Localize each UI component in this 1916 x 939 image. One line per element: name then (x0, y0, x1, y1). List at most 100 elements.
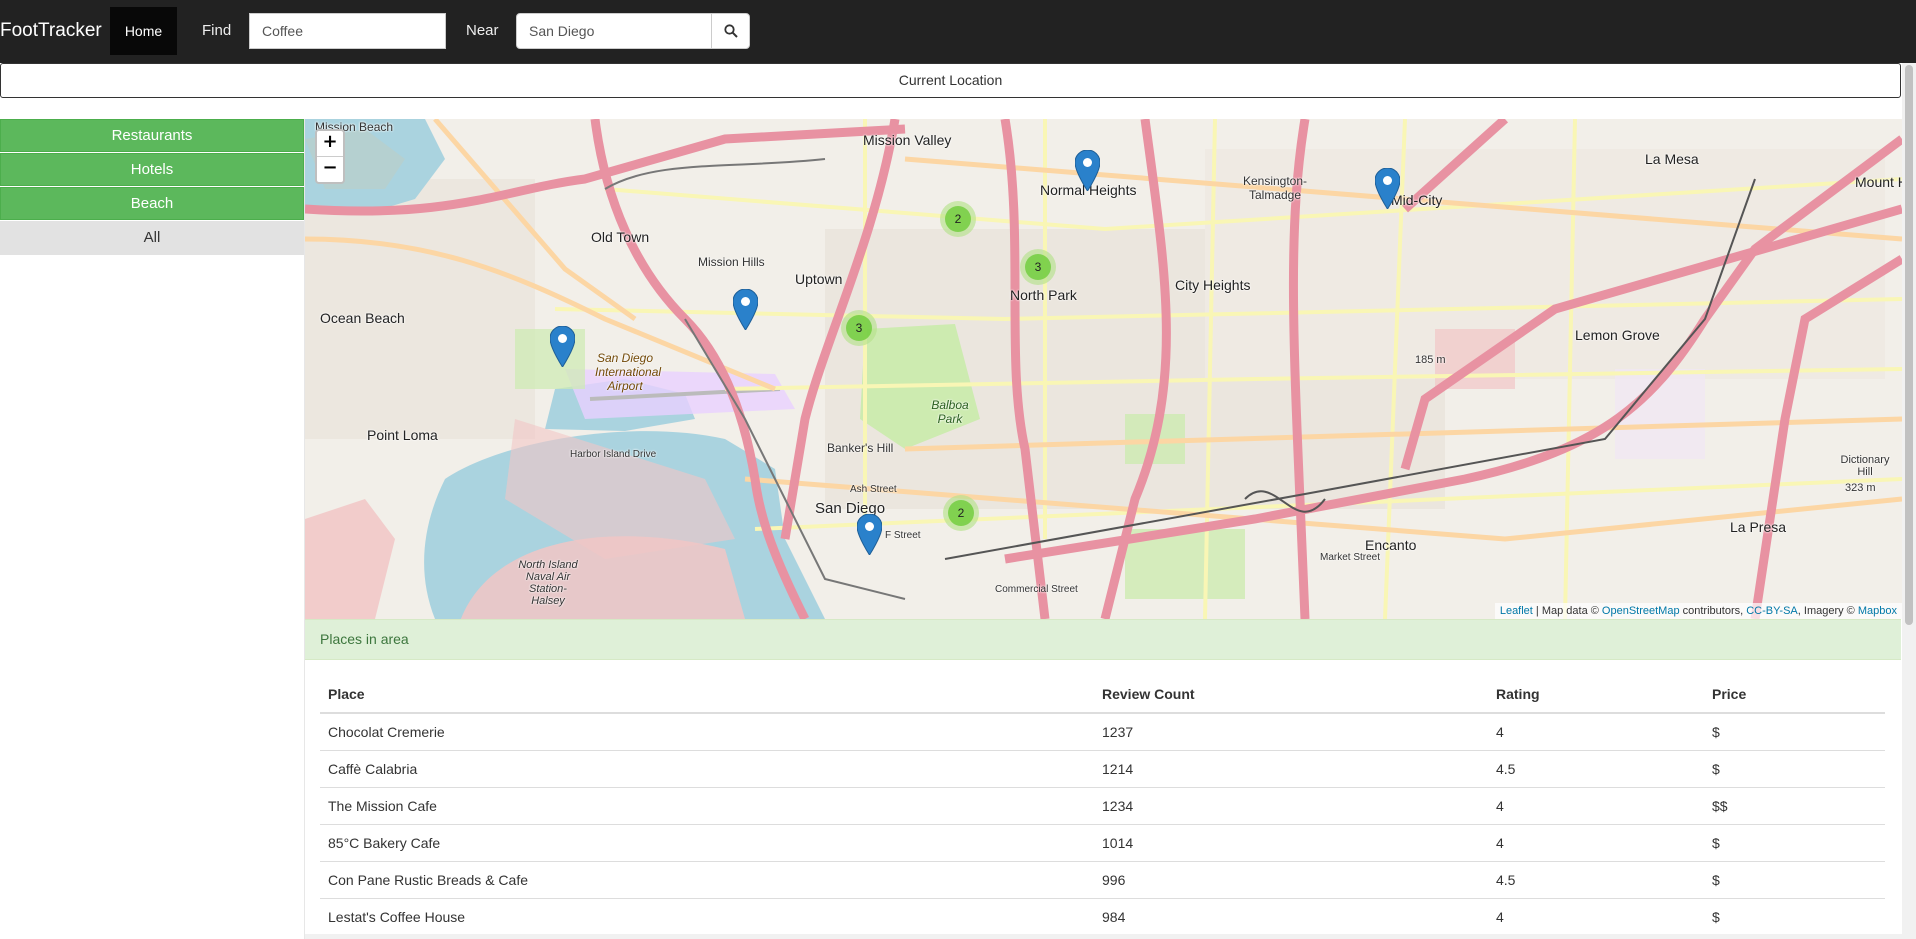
review-count: 984 (1094, 898, 1488, 935)
map-label: San Diego International Airport (595, 351, 662, 393)
map-cluster[interactable]: 3 (1020, 249, 1056, 285)
leaflet-link[interactable]: Leaflet (1500, 605, 1533, 617)
map-label: Dictionary Hill (1840, 454, 1890, 478)
table-row[interactable]: 85°C Bakery Cafe 1014 4 $ (320, 824, 1885, 862)
search-button[interactable] (711, 13, 750, 49)
price: $ (1704, 750, 1885, 788)
sidebar-item-restaurants[interactable]: Restaurants (0, 119, 304, 152)
map-marker-icon[interactable] (550, 326, 575, 367)
map-label: Market Street (1320, 552, 1381, 563)
place-name: Caffè Calabria (320, 750, 1094, 788)
column-header-review-count: Review Count (1094, 676, 1488, 714)
place-name: Lestat's Coffee House (320, 898, 1094, 935)
map-marker-icon[interactable] (857, 514, 882, 555)
sidebar-item-all[interactable]: All (0, 221, 304, 255)
table-row[interactable]: Lestat's Coffee House 984 4 $ (320, 898, 1885, 935)
map-label: F Street (885, 530, 921, 541)
find-label: Find (202, 22, 232, 39)
map-marker-icon[interactable] (1375, 168, 1400, 209)
license-link[interactable]: CC-BY-SA (1746, 605, 1798, 617)
search-icon (724, 24, 738, 38)
place-name: 85°C Bakery Cafe (320, 824, 1094, 862)
rating: 4 (1488, 898, 1704, 935)
map-label: Ash Street (850, 484, 897, 495)
place-name: Con Pane Rustic Breads & Cafe (320, 861, 1094, 899)
column-header-price: Price (1704, 676, 1885, 714)
near-label: Near (466, 22, 499, 39)
find-input[interactable] (249, 13, 446, 49)
near-input[interactable] (516, 13, 712, 49)
map-label: 185 m (1415, 354, 1446, 366)
map-label: Point Loma (367, 427, 438, 443)
map-label: 323 m (1845, 482, 1876, 494)
map-label: North Island Naval Air Station-Halsey (518, 559, 578, 607)
horizontal-scrollbar[interactable] (305, 934, 1902, 939)
map-label: Balboa Park (931, 398, 969, 426)
map-cluster[interactable]: 2 (940, 201, 976, 237)
place-name: Chocolat Cremerie (320, 712, 1094, 751)
map-label: Kensington-Talmadge (1242, 174, 1308, 202)
table-row[interactable]: The Mission Cafe 1234 4 $$ (320, 787, 1885, 825)
table-row[interactable]: Con Pane Rustic Breads & Cafe 996 4.5 $ (320, 861, 1885, 899)
map-label: Mission Valley (863, 132, 952, 148)
price: $ (1704, 824, 1885, 862)
review-count: 1237 (1094, 712, 1488, 751)
sidebar-item-beach[interactable]: Beach (0, 187, 304, 220)
rating: 4.5 (1488, 861, 1704, 899)
current-location-button[interactable]: Current Location (0, 63, 1901, 98)
map-marker-icon[interactable] (733, 289, 758, 330)
map-cluster[interactable]: 2 (943, 495, 979, 531)
zoom-in-button[interactable]: + (317, 131, 343, 156)
nav-home-link[interactable]: Home (110, 7, 177, 55)
map-label: Encanto (1365, 537, 1417, 553)
map-label: Uptown (795, 271, 843, 287)
attribution-text: contributors, (1679, 605, 1747, 617)
zoom-control: + − (315, 129, 345, 184)
map-label: La Mesa (1645, 151, 1699, 167)
review-count: 1214 (1094, 750, 1488, 788)
review-count: 996 (1094, 861, 1488, 899)
column-header-place: Place (320, 676, 1094, 714)
map-label: Banker's Hill (827, 441, 894, 455)
openstreetmap-link[interactable]: OpenStreetMap (1602, 605, 1680, 617)
map-label: Mount H (1855, 174, 1902, 190)
price: $ (1704, 712, 1885, 751)
place-name: The Mission Cafe (320, 787, 1094, 825)
places-table: Place Review Count Rating Price Chocolat… (320, 676, 1885, 935)
table-header-row: Place Review Count Rating Price (320, 676, 1885, 714)
map-cluster[interactable]: 3 (841, 310, 877, 346)
table-row[interactable]: Chocolat Cremerie 1237 4 $ (320, 712, 1885, 751)
map-label: Lemon Grove (1575, 327, 1660, 343)
price: $ (1704, 898, 1885, 935)
map-label: Old Town (591, 229, 650, 245)
column-header-rating: Rating (1488, 676, 1704, 714)
map-marker-icon[interactable] (1075, 150, 1100, 191)
rating: 4 (1488, 787, 1704, 825)
price: $ (1704, 861, 1885, 899)
map-label: Harbor Island Drive (570, 449, 657, 460)
price: $$ (1704, 787, 1885, 825)
map-attribution: Leaflet | Map data © OpenStreetMap contr… (1494, 603, 1902, 619)
places-panel-heading: Places in area (305, 619, 1901, 660)
navbar: FootTracker Home Find Near (0, 0, 1916, 63)
map-view[interactable]: Mission Beach Mission Valley Normal Heig… (305, 119, 1902, 619)
page-scrollbar[interactable] (1902, 63, 1916, 939)
attribution-text: | Map data © (1532, 605, 1602, 617)
map-label: La Presa (1730, 519, 1787, 535)
map-label: City Heights (1175, 277, 1251, 293)
map-label: Ocean Beach (320, 310, 405, 326)
scrollbar-thumb[interactable] (1905, 65, 1913, 625)
rating: 4.5 (1488, 750, 1704, 788)
rating: 4 (1488, 824, 1704, 862)
zoom-out-button[interactable]: − (317, 156, 343, 182)
rating: 4 (1488, 712, 1704, 751)
map-label: Mission Hills (698, 255, 765, 269)
review-count: 1014 (1094, 824, 1488, 862)
brand-logo[interactable]: FootTracker (0, 0, 102, 63)
attribution-text: , Imagery © (1797, 605, 1858, 617)
mapbox-link[interactable]: Mapbox (1858, 605, 1897, 617)
sidebar-item-hotels[interactable]: Hotels (0, 153, 304, 186)
map-label: Commercial Street (995, 584, 1078, 595)
map-label: North Park (1010, 287, 1077, 303)
table-row[interactable]: Caffè Calabria 1214 4.5 $ (320, 750, 1885, 788)
